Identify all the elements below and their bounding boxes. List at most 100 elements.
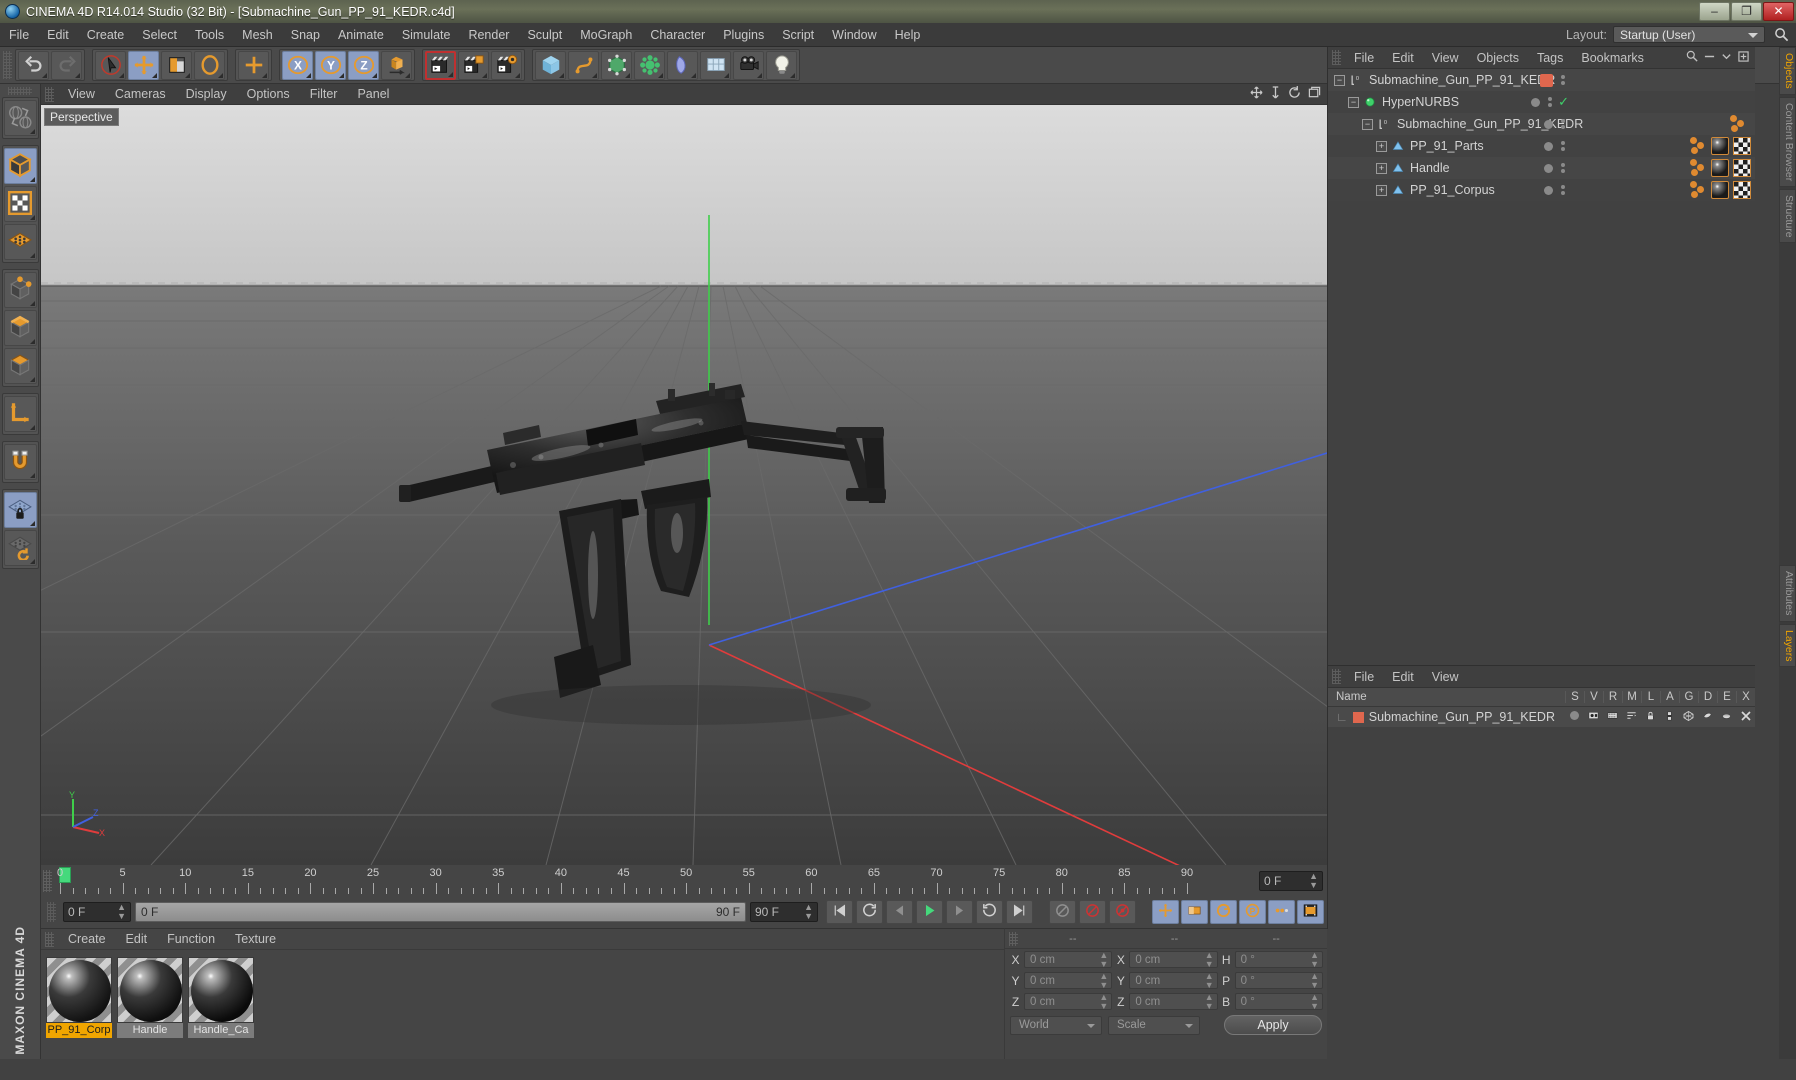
polygons-mode-button[interactable] [3, 348, 37, 384]
object-menu-view[interactable]: View [1423, 47, 1468, 69]
maximize-view-icon[interactable] [1308, 86, 1321, 102]
spinner-icon[interactable]: ▲ ▼ [1310, 950, 1319, 969]
expander-minus-icon[interactable]: − [1348, 96, 1359, 108]
viewport-grip[interactable] [45, 86, 54, 102]
object-menu-edit[interactable]: Edit [1383, 47, 1423, 69]
menu-item-mesh[interactable]: Mesh [233, 23, 282, 47]
layer-row[interactable]: ∟ Submachine_Gun_PP_91_KEDR [1328, 707, 1755, 727]
world-coordinate-button[interactable] [238, 50, 269, 80]
layer-col-S[interactable]: S [1565, 691, 1584, 703]
menu-item-file[interactable]: File [0, 23, 38, 47]
layer-col-G[interactable]: G [1679, 691, 1698, 703]
flyout-corner-icon[interactable] [218, 72, 223, 78]
spinner-icon[interactable]: ▲ ▼ [1099, 992, 1108, 1011]
spinner-icon[interactable]: ▲ ▼ [117, 903, 126, 921]
menu-item-create[interactable]: Create [78, 23, 134, 47]
end-frame-field[interactable]: 90 F ▲ ▼ [750, 902, 818, 922]
lock-x-button[interactable]: X [282, 50, 313, 80]
object-tree[interactable]: −0 Submachine_Gun_PP_91_KEDR − HyperNURBS ✓ −… [1328, 69, 1755, 201]
timeline-range-slider[interactable]: 0 F 90 F [135, 902, 746, 922]
menu-item-window[interactable]: Window [823, 23, 885, 47]
animation-icon[interactable] [1660, 710, 1679, 725]
layer-col-M[interactable]: M [1622, 691, 1641, 703]
object-row[interactable]: + PP_91_Parts [1328, 135, 1755, 157]
material-name[interactable]: Handle_Ca [188, 1023, 254, 1038]
texture-mode-button[interactable] [3, 186, 37, 222]
spinner-icon[interactable]: ▲ ▼ [1205, 971, 1214, 990]
menu-item-snap[interactable]: Snap [282, 23, 329, 47]
dolly-icon[interactable] [1270, 86, 1281, 102]
object-menu-bookmarks[interactable]: Bookmarks [1572, 47, 1653, 69]
flyout-corner-icon[interactable] [262, 72, 267, 78]
visibility-dot-icon[interactable] [1544, 141, 1553, 151]
coordinate-grip[interactable] [1009, 931, 1018, 946]
menu-item-animate[interactable]: Animate [329, 23, 393, 47]
spinner-icon[interactable]: ▲ ▼ [1205, 950, 1214, 969]
layer-col-R[interactable]: R [1603, 691, 1622, 703]
flyout-corner-icon[interactable] [515, 72, 520, 78]
start-frame-field[interactable]: 0 F ▲ ▼ [63, 902, 131, 922]
lock-icon[interactable] [1641, 710, 1660, 725]
scale-button[interactable] [161, 50, 192, 80]
spinner-icon[interactable]: ▲ ▼ [804, 903, 813, 921]
minus-icon[interactable] [1704, 50, 1715, 65]
coordinate-field[interactable]: 0 cm ▲ ▼ [1024, 992, 1113, 1011]
model-mode-button[interactable] [3, 148, 37, 184]
add-light-button[interactable] [766, 50, 797, 80]
xref-icon[interactable] [1736, 710, 1755, 725]
viewport-menu-filter[interactable]: Filter [300, 84, 348, 105]
menu-item-render[interactable]: Render [459, 23, 518, 47]
coordinate-field[interactable]: 0 cm ▲ ▼ [1129, 992, 1218, 1011]
object-manager-grip[interactable] [1332, 50, 1341, 65]
flyout-corner-icon[interactable] [724, 72, 729, 78]
uvw-tag-icon[interactable] [1733, 181, 1751, 199]
timeline-ruler[interactable]: 0 5 10 15 20 25 30 35 40 45 50 55 60 65 70 75 80 85 90 0 F… [41, 865, 1327, 896]
spinner-icon[interactable]: ▲ ▼ [1099, 971, 1108, 990]
spinner-icon[interactable]: ▲ ▼ [1205, 992, 1214, 1011]
rotate-button[interactable] [194, 50, 225, 80]
material-thumbnail[interactable] [46, 957, 112, 1023]
coordinate-field[interactable]: 0 ° ▲ ▼ [1234, 992, 1323, 1010]
flyout-corner-icon[interactable] [29, 253, 35, 258]
flyout-corner-icon[interactable] [29, 215, 35, 220]
material-thumbnail[interactable] [117, 957, 183, 1023]
vertical-tab-attributes[interactable]: Attributes [1779, 565, 1796, 622]
add-environment-button[interactable] [700, 50, 731, 80]
toolbar-grip[interactable] [3, 51, 12, 79]
apply-button[interactable]: Apply [1224, 1015, 1322, 1035]
left-toolbar-grip[interactable] [8, 87, 32, 95]
layer-manager-grip[interactable] [1332, 669, 1341, 684]
timeline-grip[interactable] [43, 869, 52, 892]
visibility-toggle-dots-icon[interactable] [1548, 97, 1553, 107]
live-selection-button[interactable] [95, 50, 126, 80]
enable-axis-button[interactable] [3, 396, 37, 432]
expander-plus-icon[interactable]: + [1376, 184, 1387, 196]
step-back-button[interactable] [886, 900, 913, 924]
vertical-tab-objects[interactable]: Objects [1779, 47, 1796, 95]
tag-dots-icon[interactable] [1729, 115, 1751, 133]
menu-item-plugins[interactable]: Plugins [714, 23, 773, 47]
flyout-corner-icon[interactable] [29, 377, 35, 382]
pan-icon[interactable] [1250, 86, 1263, 102]
viewport-menu-view[interactable]: View [58, 84, 105, 105]
tag-dots-icon[interactable] [1689, 159, 1711, 177]
menu-item-simulate[interactable]: Simulate [393, 23, 460, 47]
flyout-corner-icon[interactable] [29, 521, 35, 526]
flyout-corner-icon[interactable] [339, 72, 344, 78]
view-icon[interactable] [1584, 710, 1603, 724]
material-menu-edit[interactable]: Edit [116, 929, 158, 950]
expression-icon[interactable] [1717, 711, 1736, 724]
edges-mode-button[interactable] [3, 310, 37, 346]
layer-col-V[interactable]: V [1584, 691, 1603, 703]
coordinate-field[interactable]: 0 cm ▲ ▼ [1129, 950, 1218, 969]
vertical-tab-content-browser[interactable]: Content Browser [1779, 96, 1796, 187]
material-list[interactable]: PP_91_Corp Handle Handle_Ca [41, 950, 1004, 1045]
points-mode-button[interactable] [3, 272, 37, 308]
menu-item-tools[interactable]: Tools [186, 23, 233, 47]
layout-dropdown[interactable]: Startup (User) [1613, 26, 1765, 43]
menu-item-sculpt[interactable]: Sculpt [518, 23, 571, 47]
coordinate-system-select[interactable]: World [1010, 1015, 1102, 1035]
add-deformer-button[interactable] [667, 50, 698, 80]
object-row[interactable]: −0 Submachine_Gun_PP_91_KEDR [1328, 113, 1755, 135]
visibility-dot-icon[interactable] [1544, 119, 1553, 129]
